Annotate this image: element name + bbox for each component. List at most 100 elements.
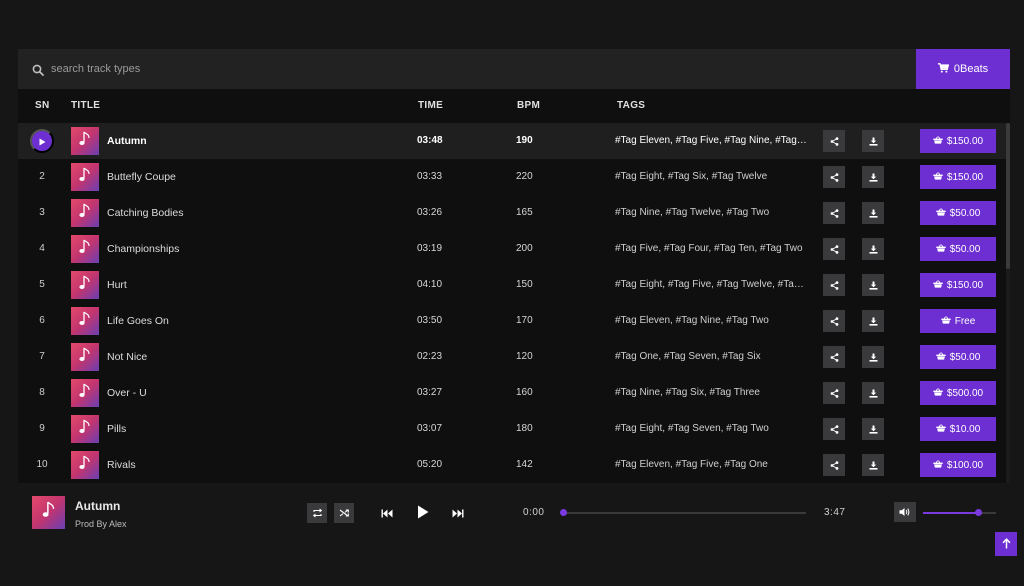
cart-button[interactable]: 0Beats — [916, 49, 1010, 89]
buy-button[interactable]: $150.00 — [920, 165, 996, 189]
track-row[interactable]: 7 Not Nice 02:23 120 #Tag One, #Tag Seve… — [18, 339, 1006, 375]
track-title[interactable]: Autumn — [107, 123, 147, 159]
track-artwork — [71, 379, 99, 407]
track-row[interactable]: 10 Rivals 05:20 142 #Tag Eleven, #Tag Fi… — [18, 447, 1006, 483]
shuffle-button[interactable] — [334, 503, 354, 523]
share-icon — [830, 458, 839, 473]
previous-button[interactable] — [377, 503, 397, 523]
share-icon — [830, 422, 839, 437]
share-button[interactable] — [823, 238, 845, 260]
play-button[interactable] — [413, 503, 433, 523]
track-bpm: 150 — [516, 279, 533, 290]
track-list: Autumn 03:48 190 #Tag Eleven, #Tag Five,… — [18, 123, 1010, 483]
track-number: 7 — [39, 351, 45, 362]
progress-knob[interactable] — [560, 509, 567, 516]
basket-icon — [933, 279, 943, 291]
track-title[interactable]: Rivals — [107, 447, 136, 483]
track-time: 03:26 — [417, 207, 443, 218]
download-button[interactable] — [862, 310, 884, 332]
track-bpm: 190 — [516, 135, 533, 146]
music-note-icon — [78, 311, 92, 332]
track-title[interactable]: Life Goes On — [107, 303, 169, 339]
track-title[interactable]: Championships — [107, 231, 179, 267]
track-list-scrollbar[interactable] — [1006, 123, 1010, 483]
download-button[interactable] — [862, 202, 884, 224]
basket-icon — [933, 459, 943, 471]
buy-button[interactable]: $150.00 — [920, 273, 996, 297]
track-number: 8 — [39, 387, 45, 398]
volume-knob[interactable] — [974, 509, 982, 516]
download-button[interactable] — [862, 166, 884, 188]
download-button[interactable] — [862, 238, 884, 260]
next-button[interactable] — [448, 503, 468, 523]
download-icon — [869, 350, 878, 365]
share-button[interactable] — [823, 454, 845, 476]
track-tags: #Tag Eight, #Tag Seven, #Tag Two — [615, 423, 769, 434]
track-artwork — [71, 451, 99, 479]
share-button[interactable] — [823, 310, 845, 332]
buy-button[interactable]: $50.00 — [920, 237, 996, 261]
buy-button[interactable]: $10.00 — [920, 417, 996, 441]
download-button[interactable] — [862, 130, 884, 152]
track-row[interactable]: 2 Buttefly Coupe 03:33 220 #Tag Eight, #… — [18, 159, 1006, 195]
music-note-icon — [78, 455, 92, 476]
track-time: 03:07 — [417, 423, 443, 434]
download-button[interactable] — [862, 382, 884, 404]
track-artwork — [71, 235, 99, 263]
music-note-icon — [78, 347, 92, 368]
buy-button[interactable]: Free — [920, 309, 996, 333]
track-tags: #Tag One, #Tag Seven, #Tag Six — [615, 351, 761, 362]
progress-slider[interactable] — [560, 509, 806, 516]
share-button[interactable] — [823, 130, 845, 152]
buy-button[interactable]: $150.00 — [920, 129, 996, 153]
play-track-button[interactable] — [30, 129, 54, 153]
download-icon — [869, 386, 878, 401]
now-playing-bar: Autumn Prod By Alex 0:00 3:47 — [18, 483, 1010, 542]
track-title[interactable]: Not Nice — [107, 339, 147, 375]
track-row[interactable]: 5 Hurt 04:10 150 #Tag Eight, #Tag Five, … — [18, 267, 1006, 303]
download-button[interactable] — [862, 454, 884, 476]
total-time: 3:47 — [824, 507, 846, 518]
buy-button[interactable]: $500.00 — [920, 381, 996, 405]
track-row[interactable]: 6 Life Goes On 03:50 170 #Tag Eleven, #T… — [18, 303, 1006, 339]
track-row[interactable]: 4 Championships 03:19 200 #Tag Five, #Ta… — [18, 231, 1006, 267]
share-button[interactable] — [823, 274, 845, 296]
track-tags: #Tag Eight, #Tag Five, #Tag Twelve, #Tag… — [615, 279, 807, 290]
download-button[interactable] — [862, 418, 884, 440]
download-icon — [869, 422, 878, 437]
download-button[interactable] — [862, 346, 884, 368]
share-button[interactable] — [823, 346, 845, 368]
share-button[interactable] — [823, 202, 845, 224]
price-label: $500.00 — [946, 387, 984, 399]
download-button[interactable] — [862, 274, 884, 296]
track-row[interactable]: Autumn 03:48 190 #Tag Eleven, #Tag Five,… — [18, 123, 1006, 159]
track-tags: #Tag Five, #Tag Four, #Tag Ten, #Tag Two — [615, 243, 803, 254]
buy-button[interactable]: $50.00 — [920, 345, 996, 369]
track-row[interactable]: 8 Over - U 03:27 160 #Tag Nine, #Tag Six… — [18, 375, 1006, 411]
scrollbar-thumb[interactable] — [1006, 123, 1010, 269]
track-tags: #Tag Nine, #Tag Six, #Tag Three — [615, 387, 760, 398]
volume-button[interactable] — [894, 502, 916, 522]
scroll-to-top-button[interactable] — [995, 532, 1017, 556]
track-title[interactable]: Hurt — [107, 267, 127, 303]
volume-slider[interactable] — [923, 509, 996, 516]
buy-button[interactable]: $100.00 — [920, 453, 996, 477]
buy-button[interactable]: $50.00 — [920, 201, 996, 225]
search-input[interactable] — [51, 49, 851, 89]
track-title[interactable]: Pills — [107, 411, 126, 447]
track-title[interactable]: Buttefly Coupe — [107, 159, 176, 195]
basket-icon — [941, 315, 951, 327]
search-bar: 0Beats — [18, 49, 1010, 89]
share-button[interactable] — [823, 166, 845, 188]
price-label: $150.00 — [946, 279, 984, 291]
track-row[interactable]: 9 Pills 03:07 180 #Tag Eight, #Tag Seven… — [18, 411, 1006, 447]
repeat-button[interactable] — [307, 503, 327, 523]
share-button[interactable] — [823, 382, 845, 404]
track-bpm: 160 — [516, 387, 533, 398]
track-tags: #Tag Eight, #Tag Six, #Tag Twelve — [615, 171, 768, 182]
track-title[interactable]: Catching Bodies — [107, 195, 183, 231]
track-row[interactable]: 3 Catching Bodies 03:26 165 #Tag Nine, #… — [18, 195, 1006, 231]
share-button[interactable] — [823, 418, 845, 440]
share-icon — [830, 242, 839, 257]
track-title[interactable]: Over - U — [107, 375, 147, 411]
